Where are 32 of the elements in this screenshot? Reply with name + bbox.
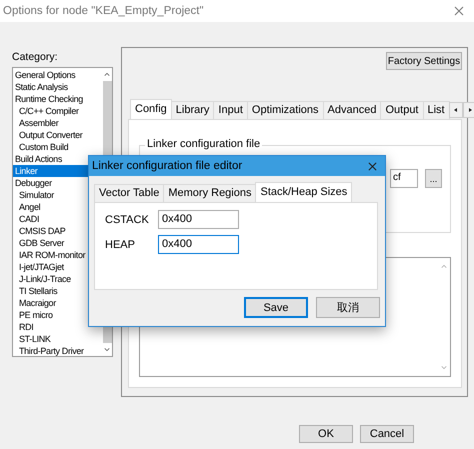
group-title: Linker configuration file [145,138,262,150]
tab[interactable]: Config [130,99,172,119]
dialog-button[interactable]: Cancel [360,425,414,443]
category-item[interactable]: Runtime Checking [13,93,102,105]
category-item[interactable]: ST-LINK [13,333,102,345]
category-item[interactable]: Static Analysis [13,81,102,93]
category-item[interactable]: Third-Party Driver [13,345,102,357]
scroll-right-icon[interactable] [462,102,474,118]
category-item[interactable]: Custom Build [13,141,102,153]
input-field[interactable]: 0x400 [158,235,239,254]
category-item[interactable]: C/C++ Compiler [13,105,102,117]
field-label: CSTACK [105,214,150,226]
field-label: HEAP [105,238,136,250]
browse-button[interactable]: ... [425,169,442,188]
tab[interactable]: List [422,101,450,119]
category-item[interactable]: General Options [13,69,102,81]
scroll-left-icon[interactable] [448,102,463,118]
close-icon[interactable] [454,6,464,16]
window-title: Options for node "KEA_Empty_Project" [3,5,204,17]
close-icon[interactable] [368,162,377,170]
scroll-up-icon[interactable] [104,72,110,77]
tab[interactable]: Stack/Heap Sizes [255,182,352,202]
category-label: Category: [12,50,59,64]
scroll-down-icon[interactable] [104,347,110,352]
factory-settings-button[interactable]: Factory Settings [386,52,462,70]
category-item[interactable]: Output Converter [13,129,102,141]
file-path-field[interactable]: cf [390,169,418,188]
dialog-button[interactable]: Save [244,297,308,318]
dialog-button[interactable]: 取消 [316,297,380,318]
input-field[interactable]: 0x400 [158,210,239,229]
category-item[interactable]: Assembler [13,117,102,129]
dialog-button[interactable]: OK [299,425,353,443]
